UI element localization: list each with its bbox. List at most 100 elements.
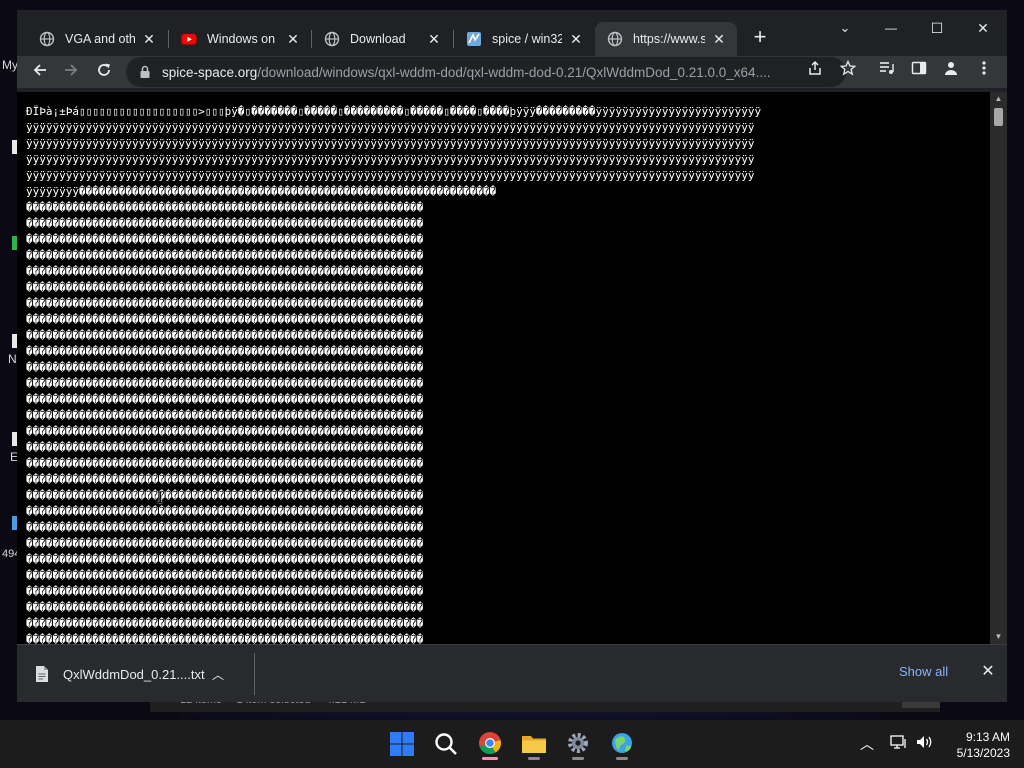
raw-text-line: ÿÿÿÿÿÿÿÿÿÿÿÿÿÿÿÿÿÿÿÿÿÿÿÿÿÿÿÿÿÿÿÿÿÿÿÿÿÿÿÿ… (26, 137, 755, 150)
raw-text-filler-line: ����������������������������������������… (26, 425, 424, 438)
raw-text-filler-line: ����������������������������������������… (26, 601, 424, 614)
tab-windows-on-k[interactable]: Windows on K ✕ (169, 22, 311, 56)
close-window-button[interactable]: ✕ (960, 14, 1006, 42)
taskbar: ︿ 9:13 AM 5/13/2023 (0, 720, 1024, 768)
raw-text-filler-line: ����������������������������������������… (26, 265, 424, 278)
raw-text-filler-line: ����������������������������������������… (26, 569, 424, 582)
tab-title: Download (350, 32, 406, 46)
clock-time: 9:13 AM (965, 730, 1010, 744)
desktop-text-fragment: N (8, 352, 17, 366)
tab-vga[interactable]: VGA and other ✕ (27, 22, 167, 56)
reload-button[interactable] (91, 59, 117, 85)
raw-text-filler-line: ����������������������������������������… (26, 553, 424, 566)
show-all-downloads-link[interactable]: Show all (899, 664, 948, 679)
back-button[interactable] (27, 59, 53, 85)
raw-text-filler-line: ����������������������������������������… (26, 361, 424, 374)
raw-text-filler-line: ����������������������������������������… (26, 233, 424, 246)
raw-text-filler-line: ����������������������������������������… (26, 281, 424, 294)
scroll-down-arrow[interactable]: ▼ (990, 630, 1007, 644)
close-icon[interactable]: ✕ (426, 31, 442, 47)
maximize-button[interactable]: ☐ (914, 14, 960, 42)
raw-text-filler-line: ����������������������������������������… (26, 537, 424, 550)
download-shelf: QxlWddmDod_0.21....txt ︿ Show all ✕ (17, 644, 1007, 702)
volume-icon[interactable] (916, 734, 934, 753)
close-icon[interactable]: ✕ (285, 31, 301, 47)
raw-text-filler-line: ����������������������������������������… (26, 249, 424, 262)
raw-text-filler-line: ����������������������������������������… (26, 345, 424, 358)
tab-strip: VGA and other ✕ Windows on K ✕ Download … (17, 10, 1007, 56)
spice-icon (466, 31, 482, 47)
windows-start-icon[interactable] (386, 728, 418, 760)
active-app-indicator (482, 757, 498, 760)
download-separator (254, 653, 255, 695)
chrome-icon[interactable] (474, 728, 506, 760)
chevron-up-icon[interactable]: ︿ (208, 666, 228, 683)
raw-text-line: ÿÿÿÿÿÿÿÿÿÿÿÿÿÿÿÿÿÿÿÿÿÿÿÿÿÿÿÿÿÿÿÿÿÿÿÿÿÿÿÿ… (26, 169, 755, 182)
tab-search-button[interactable]: ⌄ (822, 14, 868, 42)
network-app-icon[interactable] (606, 728, 638, 760)
raw-text-filler-line: ����������������������������������������… (26, 393, 424, 406)
raw-text-filler-line: ����������������������������������������… (26, 617, 424, 630)
scroll-up-arrow[interactable]: ▲ (990, 92, 1007, 106)
lock-icon[interactable] (138, 65, 152, 79)
url-path: /download/windows/qxl-wddm-dod/qxl-wddm-… (257, 64, 771, 80)
profile-icon[interactable] (939, 60, 963, 84)
close-download-shelf-button[interactable]: ✕ (978, 662, 998, 682)
scrollbar-thumb[interactable] (994, 108, 1003, 126)
arrow-right-icon (65, 64, 78, 76)
close-icon[interactable]: ✕ (711, 31, 727, 47)
text-cursor-icon: I (157, 488, 164, 507)
reload-icon (98, 63, 110, 76)
download-filename: QxlWddmDod_0.21....txt (63, 666, 205, 682)
tab-title: https://www.sp (633, 32, 705, 46)
settings-gear-icon[interactable] (562, 728, 594, 760)
file-explorer-icon[interactable] (518, 728, 550, 760)
tab-download[interactable]: Download ✕ (312, 22, 452, 56)
globe-icon (607, 31, 623, 47)
vertical-scrollbar[interactable]: ▲ ▼ (990, 92, 1007, 644)
raw-text-filler-line: ����������������������������������������… (26, 585, 424, 598)
raw-text-filler-line: ����������������������������������������… (26, 521, 424, 534)
running-app-indicator (528, 757, 540, 760)
tab-title: VGA and other (65, 32, 135, 46)
raw-text-filler-line: ����������������������������������������… (26, 329, 424, 342)
globe-icon (324, 31, 340, 47)
system-clock[interactable]: 9:13 AM 5/13/2023 (940, 729, 1010, 761)
side-panel-icon[interactable] (907, 60, 931, 84)
minimize-button[interactable]: — (868, 14, 914, 42)
forward-button[interactable] (58, 59, 84, 85)
raw-text-filler-line: ����������������������������������������… (26, 313, 424, 326)
raw-text-filler-line: ����������������������������������������… (26, 409, 424, 422)
chevron-up-icon[interactable]: ︿ (860, 734, 874, 754)
url-host: spice-space.org (162, 64, 258, 80)
close-icon[interactable]: ✕ (141, 31, 157, 47)
file-icon (35, 665, 49, 683)
tab-spice-win32[interactable]: spice / win32 / ✕ (454, 22, 594, 56)
bookmark-star-icon[interactable] (836, 59, 860, 84)
close-icon[interactable]: ✕ (568, 31, 584, 47)
search-icon[interactable] (430, 728, 462, 760)
tab-active-spice-space[interactable]: https://www.sp ✕ (595, 22, 737, 56)
address-bar[interactable]: spice-space.org/download/windows/qxl-wdd… (126, 57, 846, 87)
youtube-icon (181, 31, 197, 47)
raw-text-view[interactable]: ÐÏÞà¡±Þá▯▯▯▯▯▯▯▯▯▯▯▯▯▯▯▯▯▯>▯▯▯þÿ�▯������… (26, 104, 986, 644)
share-icon[interactable] (803, 60, 827, 84)
page-content[interactable]: ÐÏÞà¡±Þá▯▯▯▯▯▯▯▯▯▯▯▯▯▯▯▯▯▯>▯▯▯þÿ�▯������… (17, 92, 990, 644)
raw-text-filler-line: ����������������������������������������… (26, 489, 424, 502)
raw-text-line: ÿÿÿÿÿÿÿÿÿÿÿÿÿÿÿÿÿÿÿÿÿÿÿÿÿÿÿÿÿÿÿÿÿÿÿÿÿÿÿÿ… (26, 121, 755, 134)
download-item[interactable]: QxlWddmDod_0.21....txt ︿ (35, 659, 255, 689)
raw-text-line: ÐÏÞà¡±Þá▯▯▯▯▯▯▯▯▯▯▯▯▯▯▯▯▯▯>▯▯▯þÿ�▯������… (26, 105, 762, 118)
network-icon[interactable] (890, 734, 908, 753)
url-text: spice-space.org/download/windows/qxl-wdd… (162, 65, 802, 80)
new-tab-button[interactable]: + (748, 26, 772, 50)
running-app-indicator (616, 757, 628, 760)
raw-text-filler-line: ����������������������������������������… (26, 473, 424, 486)
arrow-left-icon (33, 64, 46, 76)
media-queue-icon[interactable] (875, 60, 899, 84)
raw-text-filler-line: ����������������������������������������… (26, 201, 424, 214)
raw-text-filler-line: ����������������������������������������… (26, 297, 424, 310)
raw-text-line: ÿÿÿÿÿÿÿÿÿÿÿÿÿÿÿÿÿÿÿÿÿÿÿÿÿÿÿÿÿÿÿÿÿÿÿÿÿÿÿÿ… (26, 153, 755, 166)
kebab-menu-icon[interactable] (972, 60, 996, 84)
clock-date: 5/13/2023 (956, 746, 1010, 760)
desktop-text-fragment: My (2, 58, 18, 72)
